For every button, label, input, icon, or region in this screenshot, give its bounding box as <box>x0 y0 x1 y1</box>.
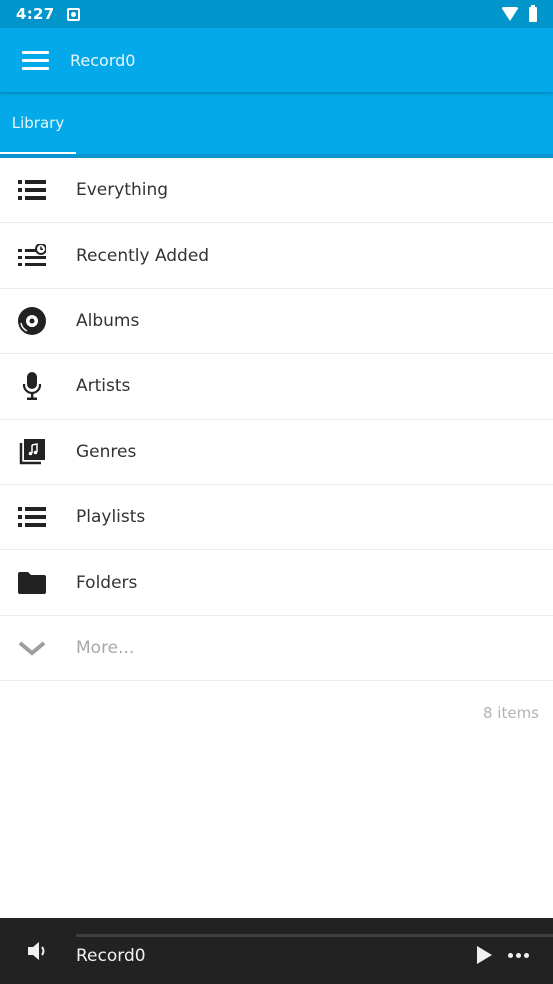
list-item-label: Playlists <box>76 507 146 528</box>
list-item-everything[interactable]: Everything <box>0 158 553 224</box>
list-item-label: Genres <box>76 441 137 462</box>
status-time: 4:27 <box>16 5 55 23</box>
battery-icon <box>529 4 537 22</box>
menu-button[interactable] <box>0 28 70 92</box>
list-item-label: Everything <box>76 180 169 201</box>
library-list: Everything Recently Added Albums Artists… <box>0 158 553 682</box>
status-icons <box>501 4 537 22</box>
list-item-recently-added[interactable]: Recently Added <box>0 223 553 289</box>
wifi-icon <box>501 7 519 21</box>
list-item-albums[interactable]: Albums <box>0 289 553 355</box>
list-item-playlists[interactable]: Playlists <box>0 485 553 551</box>
tab-indicator <box>0 152 76 154</box>
tab-label: Library <box>11 114 65 132</box>
more-horizontal-icon[interactable] <box>508 952 529 958</box>
recently-added-icon <box>0 243 64 268</box>
list-item-label: Artists <box>76 376 131 397</box>
list-item-artists[interactable]: Artists <box>0 354 553 420</box>
list-item-label: More... <box>76 637 135 658</box>
mini-player[interactable]: Record0 <box>0 918 553 984</box>
status-bar: 4:27 <box>0 0 553 28</box>
list-item-label: Folders <box>76 572 138 593</box>
list-item-folders[interactable]: Folders <box>0 550 553 616</box>
tab-library[interactable]: Library <box>0 92 76 154</box>
list-item-label: Albums <box>76 310 140 331</box>
items-count: 8 items <box>482 704 539 722</box>
player-controls <box>477 946 553 964</box>
volume-icon <box>28 942 45 960</box>
chevron-down-icon <box>0 640 64 656</box>
player-progress-bar[interactable] <box>76 934 553 937</box>
microphone-icon <box>0 372 64 401</box>
folder-icon <box>0 571 64 594</box>
list-item-label: Recently Added <box>76 245 210 266</box>
notification-icon <box>66 7 80 21</box>
play-icon[interactable] <box>477 946 492 964</box>
tab-bar: Library <box>0 92 553 158</box>
genre-music-icon <box>0 438 64 465</box>
list-item-genres[interactable]: Genres <box>0 420 553 485</box>
list-item-more[interactable]: More... <box>0 616 553 682</box>
playlist-icon <box>0 506 64 528</box>
album-disc-icon <box>0 306 64 335</box>
volume-button[interactable] <box>0 940 76 962</box>
app-title: Record0 <box>70 50 136 70</box>
hamburger-menu-icon <box>21 50 49 70</box>
app-bar: Record0 <box>0 28 553 92</box>
player-track-title: Record0 <box>76 946 146 966</box>
list-icon <box>0 179 64 201</box>
